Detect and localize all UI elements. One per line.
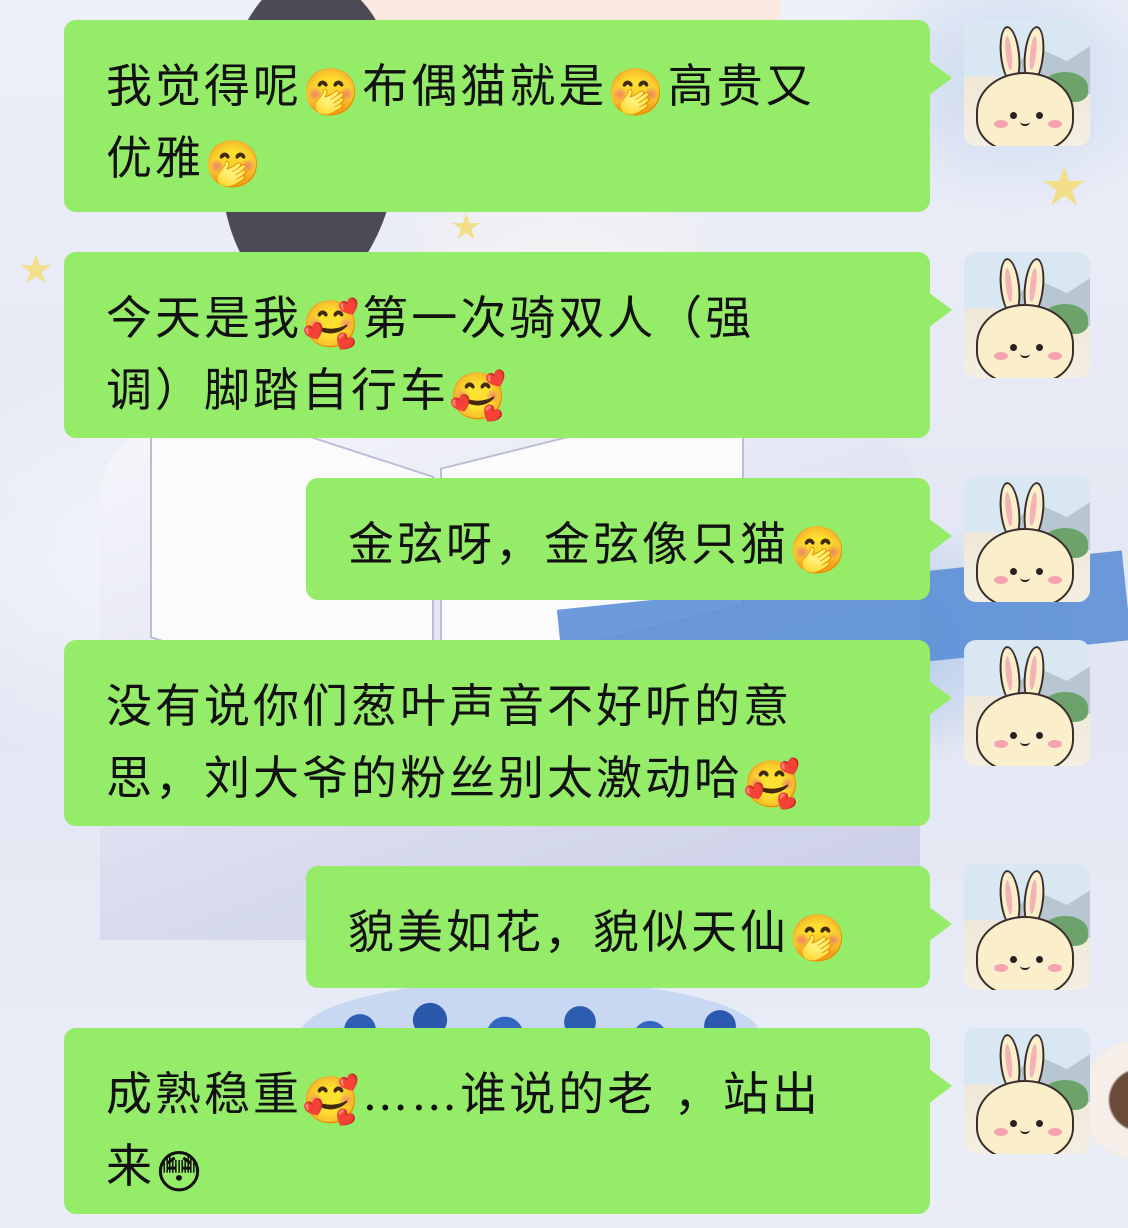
bubble-tail bbox=[928, 60, 952, 96]
avatar-eye bbox=[1010, 1120, 1017, 1127]
avatar-blush bbox=[1048, 120, 1062, 128]
message-line: 优雅🤭 bbox=[106, 122, 896, 194]
avatar-body bbox=[976, 692, 1074, 766]
avatar-mouth bbox=[1020, 1126, 1030, 1134]
hand-over-mouth-emoji-icon: 🤭 bbox=[204, 137, 265, 191]
avatar-blush bbox=[994, 120, 1008, 128]
avatar-eye bbox=[1010, 732, 1017, 739]
bubble-tail bbox=[928, 1068, 952, 1104]
avatar-eye bbox=[1010, 112, 1017, 119]
message-text: 貌美如花，貌似天仙 bbox=[348, 905, 789, 959]
bunny-avatar-icon[interactable] bbox=[964, 1028, 1090, 1154]
message-text: 调）脚踏自行车 bbox=[106, 363, 449, 417]
avatar-eye bbox=[1036, 568, 1043, 575]
message-text: 高贵又 bbox=[667, 59, 815, 113]
hand-over-mouth-emoji-icon: 🤭 bbox=[789, 523, 850, 577]
message-line: 今天是我🥰第一次骑双人（强 bbox=[106, 282, 896, 354]
avatar-blush bbox=[1048, 576, 1062, 584]
avatar-eye bbox=[1010, 956, 1017, 963]
message-text: 优雅 bbox=[106, 131, 204, 185]
avatar-eye bbox=[1036, 956, 1043, 963]
smiling-face-with-hearts-emoji-icon: 🥰 bbox=[449, 369, 510, 423]
message-text: 今天是我 bbox=[106, 291, 302, 345]
avatar-body bbox=[976, 916, 1074, 990]
message-bubble[interactable]: 我觉得呢🤭布偶猫就是🤭高贵又 优雅🤭 bbox=[64, 20, 952, 212]
avatar-mouth bbox=[1020, 350, 1030, 358]
chat-message-list[interactable]: 我觉得呢🤭布偶猫就是🤭高贵又 优雅🤭 今天是我🥰第一次骑双人（强 调）脚踏自行车… bbox=[0, 0, 1128, 1228]
avatar-blush bbox=[1048, 964, 1062, 972]
avatar-mouth bbox=[1020, 118, 1030, 126]
avatar-blush bbox=[994, 352, 1008, 360]
avatar-eye bbox=[1036, 112, 1043, 119]
message-bubble[interactable]: 貌美如花，貌似天仙🤭 bbox=[306, 866, 952, 988]
bubble-tail bbox=[928, 906, 952, 942]
avatar-blush bbox=[1048, 352, 1062, 360]
message-bubble[interactable]: 金弦呀，金弦像只猫🤭 bbox=[306, 478, 952, 600]
message-text: 金弦呀，金弦像只猫 bbox=[348, 517, 789, 571]
message-text: 没有说你们葱叶声音不好听的意 bbox=[106, 679, 792, 733]
message-line: 貌美如花，貌似天仙🤭 bbox=[348, 896, 896, 968]
avatar-eye bbox=[1010, 568, 1017, 575]
avatar-mouth bbox=[1020, 962, 1030, 970]
bunny-avatar-icon[interactable] bbox=[964, 864, 1090, 990]
message-line: 思，刘大爷的粉丝别太激动哈🥰 bbox=[106, 742, 896, 814]
avatar-body bbox=[976, 304, 1074, 378]
bubble-tail bbox=[928, 292, 952, 328]
message-line: 我觉得呢🤭布偶猫就是🤭高贵又 bbox=[106, 50, 896, 122]
bubble-tail bbox=[928, 680, 952, 716]
avatar-body bbox=[976, 1080, 1074, 1154]
avatar-blush bbox=[1048, 740, 1062, 748]
avatar-eye bbox=[1036, 344, 1043, 351]
message-text: 来 bbox=[106, 1139, 155, 1193]
message-line: 金弦呀，金弦像只猫🤭 bbox=[348, 508, 896, 580]
bunny-avatar-icon[interactable] bbox=[964, 476, 1090, 602]
avatar-blush bbox=[1048, 1128, 1062, 1136]
avatar-eye bbox=[1036, 1120, 1043, 1127]
message-bubble[interactable]: 今天是我🥰第一次骑双人（强 调）脚踏自行车🥰 bbox=[64, 252, 952, 438]
message-text: ……谁说的老 ，站出 bbox=[362, 1067, 821, 1121]
hand-over-mouth-emoji-icon: 🤭 bbox=[302, 65, 363, 119]
avatar-eye bbox=[1010, 344, 1017, 351]
smiling-face-with-hearts-emoji-icon: 🥰 bbox=[302, 1073, 363, 1127]
flushed-face-emoji-icon: 😳 bbox=[155, 1145, 206, 1199]
message-text: 布偶猫就是 bbox=[362, 59, 608, 113]
hand-over-mouth-emoji-icon: 🤭 bbox=[789, 911, 850, 965]
bubble-tail bbox=[928, 518, 952, 554]
message-line: 成熟稳重🥰……谁说的老 ，站出 bbox=[106, 1058, 896, 1130]
bunny-avatar-icon[interactable] bbox=[964, 252, 1090, 378]
avatar-blush bbox=[994, 1128, 1008, 1136]
avatar-mouth bbox=[1020, 738, 1030, 746]
bunny-avatar-icon[interactable] bbox=[964, 640, 1090, 766]
smiling-face-with-hearts-emoji-icon: 🥰 bbox=[302, 297, 363, 351]
hand-over-mouth-emoji-icon: 🤭 bbox=[607, 65, 668, 119]
message-line: 没有说你们葱叶声音不好听的意 bbox=[106, 670, 896, 742]
smiling-face-with-hearts-emoji-icon: 🥰 bbox=[743, 757, 804, 811]
message-bubble[interactable]: 成熟稳重🥰……谁说的老 ，站出 来😳 bbox=[64, 1028, 952, 1214]
avatar-eye bbox=[1036, 732, 1043, 739]
avatar-blush bbox=[994, 740, 1008, 748]
message-bubble[interactable]: 没有说你们葱叶声音不好听的意 思，刘大爷的粉丝别太激动哈🥰 bbox=[64, 640, 952, 826]
avatar-blush bbox=[994, 964, 1008, 972]
bunny-avatar-icon[interactable] bbox=[964, 20, 1090, 146]
message-line: 调）脚踏自行车🥰 bbox=[106, 354, 896, 426]
message-line: 来😳 bbox=[106, 1130, 896, 1202]
message-text: 第一次骑双人（强 bbox=[362, 291, 755, 345]
message-text: 思，刘大爷的粉丝别太激动哈 bbox=[106, 751, 743, 805]
avatar-blush bbox=[994, 576, 1008, 584]
avatar-mouth bbox=[1020, 574, 1030, 582]
avatar-body bbox=[976, 72, 1074, 146]
avatar-body bbox=[976, 528, 1074, 602]
message-text: 我觉得呢 bbox=[106, 59, 302, 113]
message-text: 成熟稳重 bbox=[106, 1067, 302, 1121]
